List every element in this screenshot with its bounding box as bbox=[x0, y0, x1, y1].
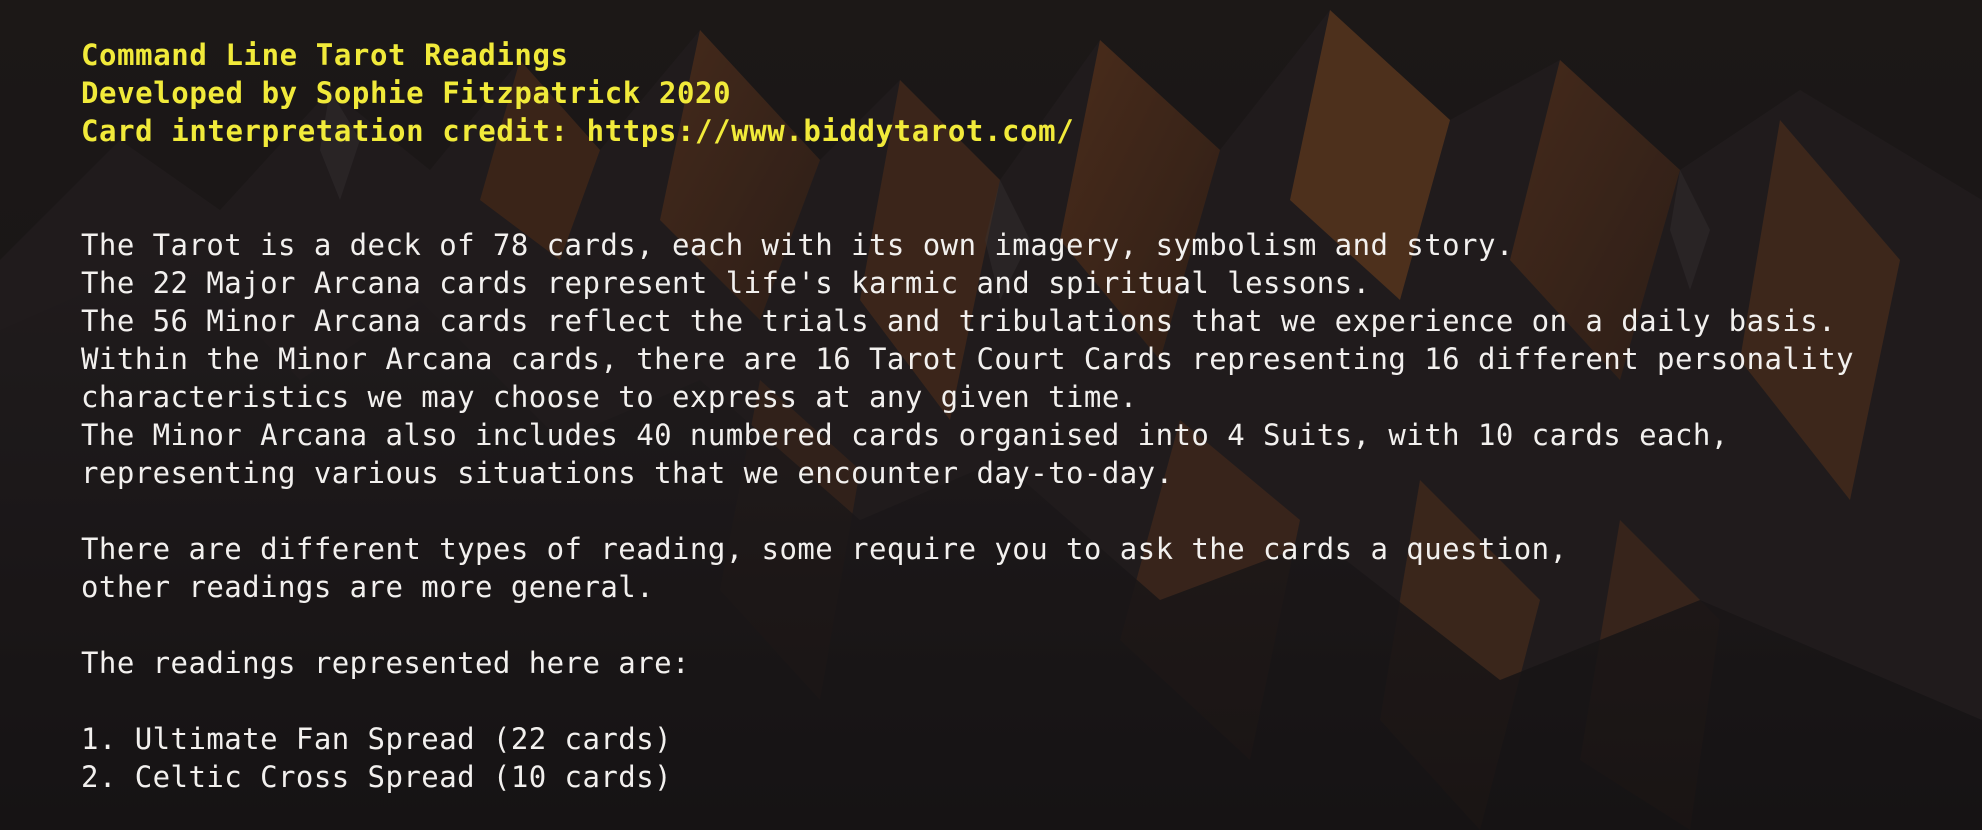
intro-line: The Tarot is a deck of 78 cards, each wi… bbox=[81, 228, 1514, 262]
terminal-output: Command Line Tarot Readings Developed by… bbox=[0, 0, 1982, 830]
developer-credit: Developed by Sophie Fitzpatrick 2020 bbox=[81, 76, 732, 110]
reading-option-1: 1. Ultimate Fan Spread (22 cards) bbox=[81, 722, 673, 756]
intro-line: The Minor Arcana also includes 40 number… bbox=[81, 418, 1729, 452]
reading-types-line: There are different types of reading, so… bbox=[81, 532, 1568, 566]
reading-option-2: 2. Celtic Cross Spread (10 cards) bbox=[81, 760, 673, 794]
intro-line: The 56 Minor Arcana cards reflect the tr… bbox=[81, 304, 1837, 338]
app-title: Command Line Tarot Readings bbox=[81, 38, 569, 72]
reading-types-line: other readings are more general. bbox=[81, 570, 655, 604]
intro-line: Within the Minor Arcana cards, there are… bbox=[81, 342, 1855, 376]
intro-line: The 22 Major Arcana cards represent life… bbox=[81, 266, 1371, 300]
readings-heading: The readings represented here are: bbox=[81, 646, 690, 680]
intro-line: representing various situations that we … bbox=[81, 456, 1174, 490]
interpretation-credit: Card interpretation credit: https://www.… bbox=[81, 114, 1075, 148]
intro-line: characteristics we may choose to express… bbox=[81, 380, 1138, 414]
